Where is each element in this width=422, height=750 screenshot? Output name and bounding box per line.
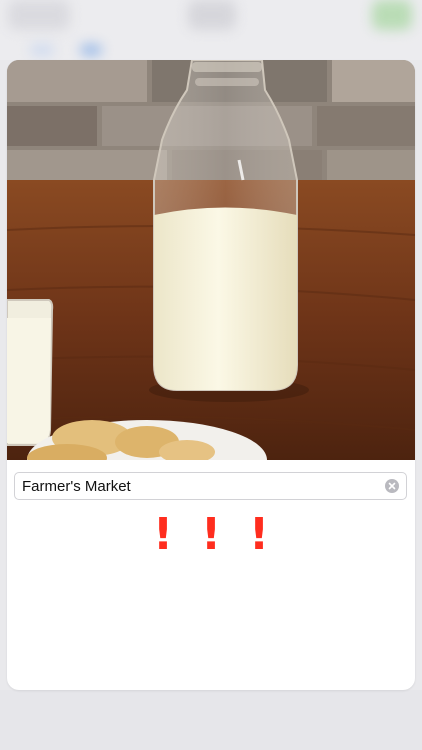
priority-mark-2: !: [200, 509, 222, 560]
clear-circle-icon[interactable]: [385, 479, 399, 493]
item-detail-card: ! ! !: [7, 60, 415, 690]
background-bottom: [0, 690, 422, 750]
item-name-field[interactable]: [14, 472, 407, 500]
item-photo[interactable]: [7, 60, 415, 460]
item-name-input[interactable]: [22, 473, 377, 499]
background-blur-dot-2: [80, 44, 102, 56]
background-blur-left: [8, 0, 70, 30]
priority-mark-1: !: [152, 509, 174, 560]
background-blur-right: [372, 0, 412, 30]
priority-indicator[interactable]: ! ! !: [7, 510, 415, 560]
background-toolbar: [0, 0, 422, 60]
background-blur-center: [188, 0, 236, 30]
background-blur-dot-1: [30, 44, 54, 56]
priority-mark-3: !: [248, 509, 270, 560]
